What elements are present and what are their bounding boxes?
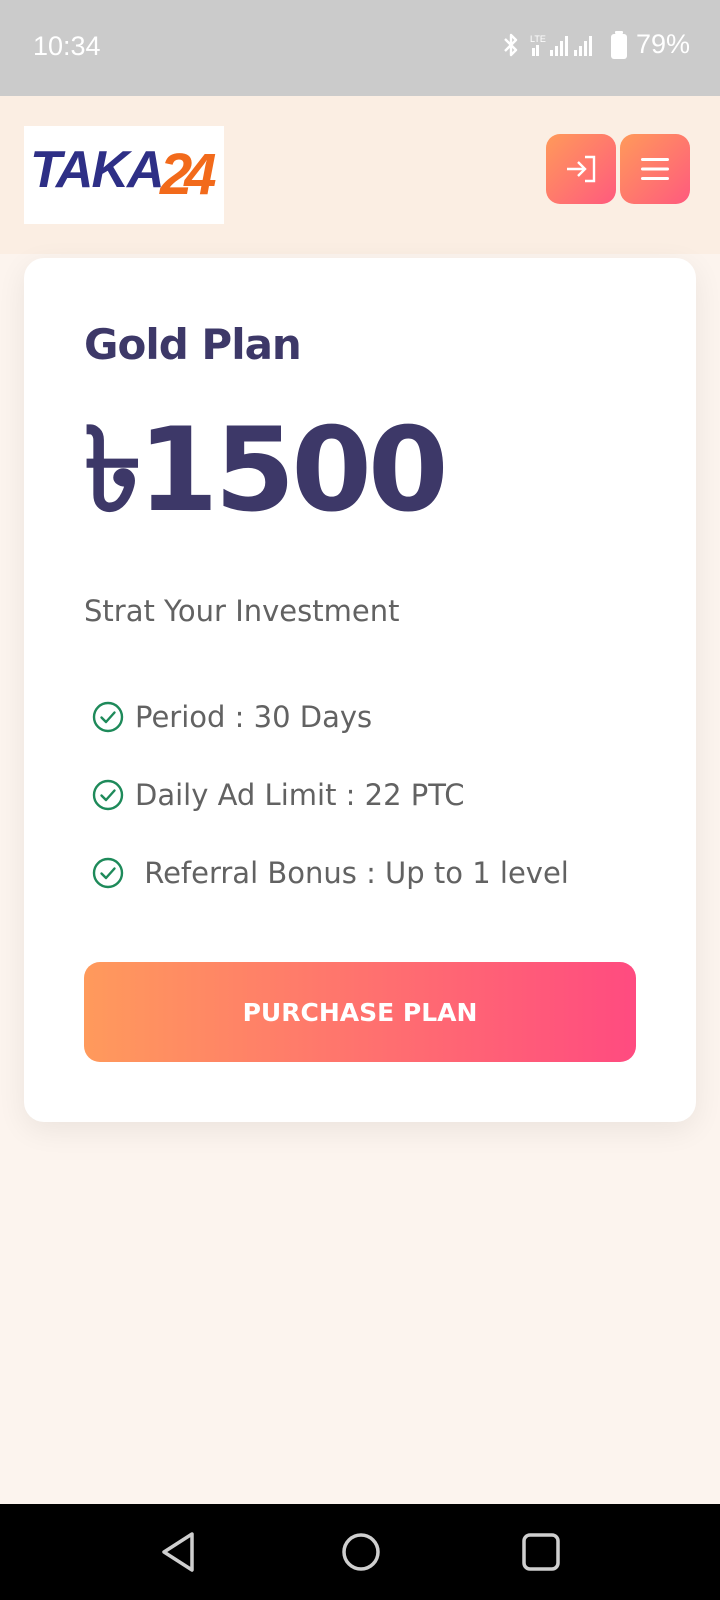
login-icon [567,155,596,183]
bluetooth-icon [504,33,518,56]
status-icons: LTE 79% [500,29,690,60]
logo-text: TAKA [30,141,165,199]
check-circle-icon [92,779,124,811]
feature-item: Period : 30 Days [92,700,372,734]
plan-card: Gold Plan ৳1500 Strat Your Investment Pe… [24,258,696,1122]
logo-number: 24 [160,142,216,207]
purchase-plan-button[interactable]: PURCHASE PLAN [84,962,636,1062]
back-icon[interactable] [158,1530,200,1574]
menu-icon [641,158,669,180]
feature-text: Period : 30 Days [135,700,373,734]
menu-button[interactable] [620,134,690,204]
feature-item: Referral Bonus : Up to 1 level [92,856,569,890]
check-circle-icon [92,857,124,889]
battery-icon [610,30,627,59]
plan-subtitle: Strat Your Investment [84,594,400,628]
home-icon[interactable] [340,1530,382,1574]
check-circle-icon [92,701,124,733]
plan-title: Gold Plan [84,320,302,369]
feature-text: Daily Ad Limit : 22 PTC [135,778,465,812]
feature-text: Referral Bonus : Up to 1 level [135,856,569,890]
logo[interactable]: TAKA 24 [24,126,224,224]
plan-price: ৳1500 [84,403,449,538]
feature-item: Daily Ad Limit : 22 PTC [92,778,465,812]
status-time: 10:34 [33,31,101,61]
login-button[interactable] [546,134,616,204]
site-header: TAKA 24 [0,96,720,254]
network-type: LTE [530,34,546,44]
system-nav-bar [0,1504,720,1600]
recents-icon[interactable] [520,1530,562,1574]
signal-icon: LTE [530,34,592,56]
battery-percent: 79% [635,29,690,59]
status-bar: 10:34 LTE 79% [0,0,720,96]
